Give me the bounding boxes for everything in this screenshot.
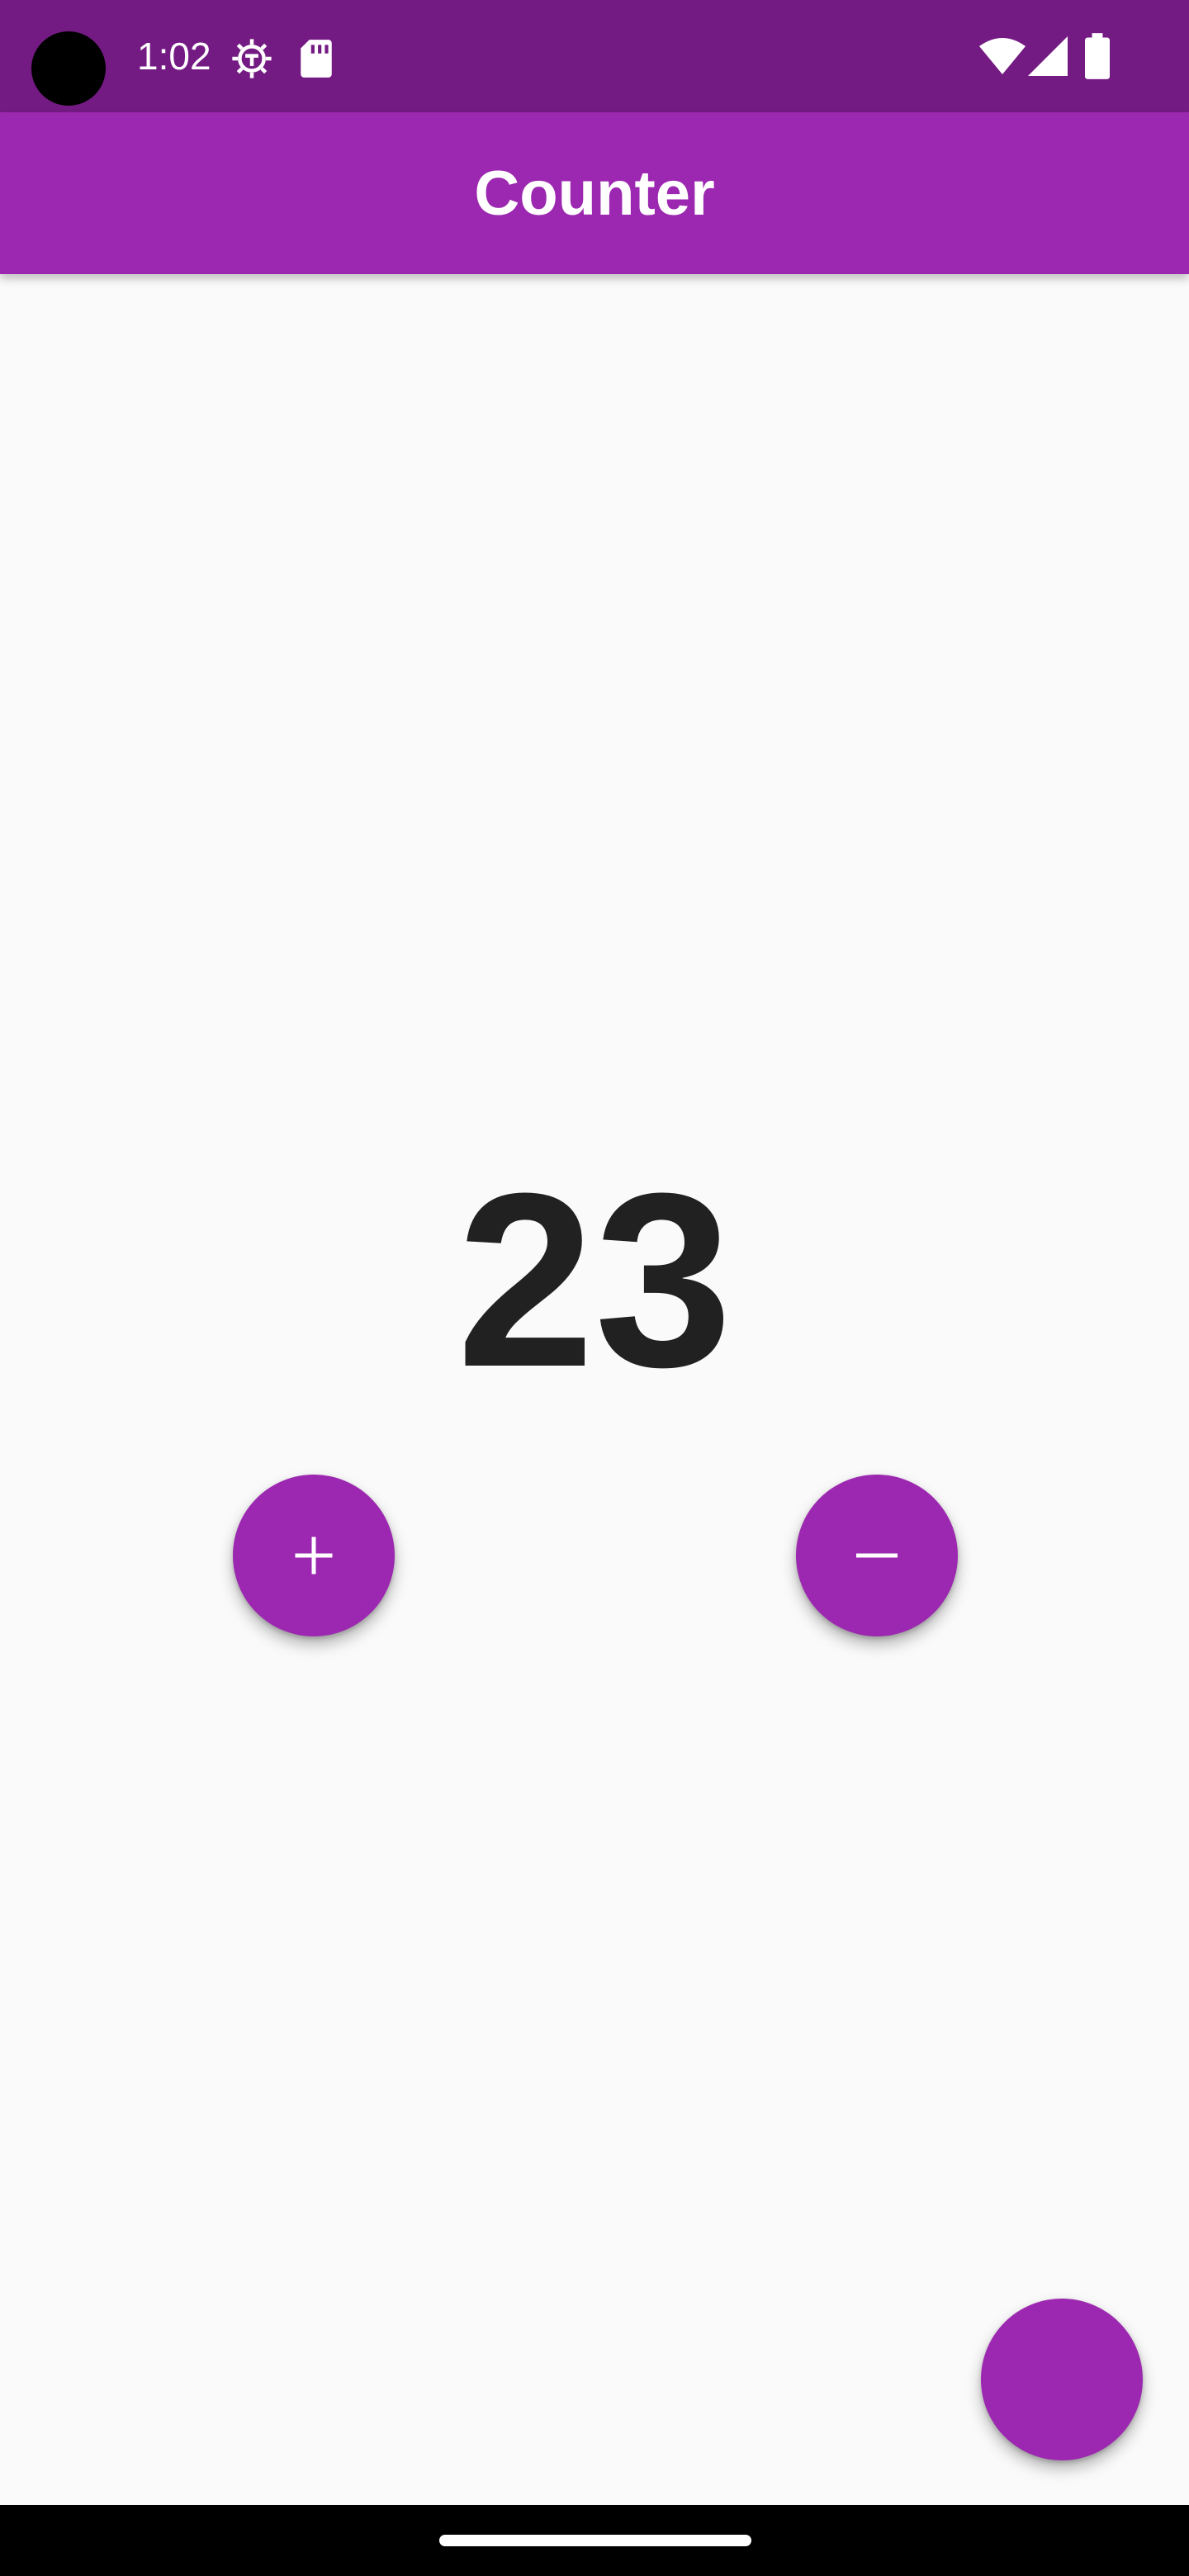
counter-value: 23 [457,1141,732,1418]
moon-icon [1045,2356,1069,2403]
cellular-signal-icon [1028,36,1068,76]
status-time: 1:02 [137,35,211,78]
battery-icon [1085,33,1110,79]
plus-icon [295,1537,333,1574]
increment-button[interactable] [233,1475,395,1636]
camera-cutout [31,31,106,106]
status-bar: 1:02 [0,0,1189,112]
app-title: Counter [474,158,715,229]
wifi-icon [979,38,1026,74]
settings-gear-icon [232,39,272,78]
home-gesture-handle[interactable] [439,2535,751,2546]
sd-card-icon [301,40,332,78]
minus-icon [856,1553,898,1558]
app-bar: Counter [0,112,1189,274]
decrement-button[interactable] [796,1475,958,1636]
theme-toggle-button[interactable] [981,2299,1143,2460]
counter-screen: 1:02 Counter 23 [0,0,1189,2576]
